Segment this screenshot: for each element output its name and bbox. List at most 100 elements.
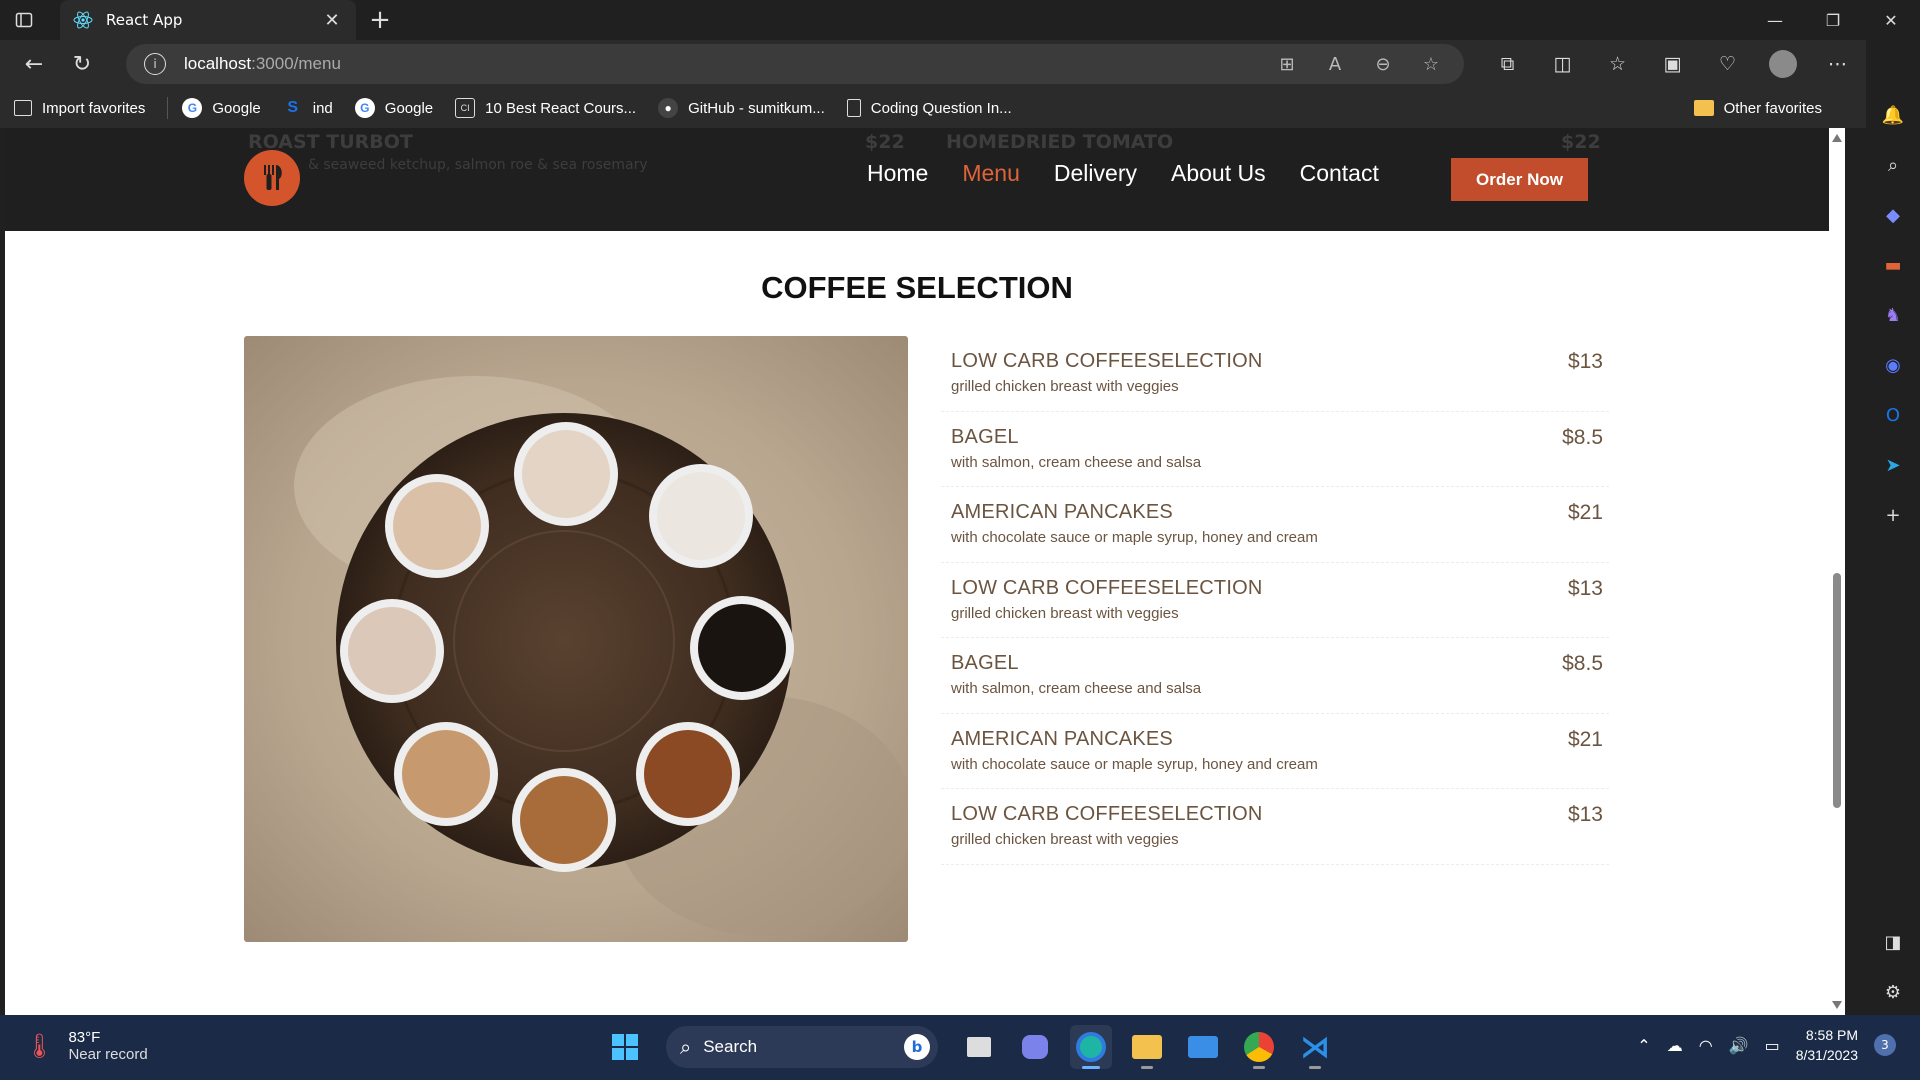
menu-item-name: AMERICAN PANCAKES: [951, 727, 1173, 750]
add-icon[interactable]: +: [1878, 500, 1908, 530]
scroll-down-icon[interactable]: [1832, 1001, 1842, 1009]
battery-icon[interactable]: ▭: [1765, 1036, 1780, 1055]
back-icon[interactable]: ←: [10, 44, 58, 84]
menu-item[interactable]: BAGEL with salmon, cream cheese and sals…: [941, 638, 1609, 714]
restaurant-logo[interactable]: [244, 150, 300, 206]
nav-home[interactable]: Home: [867, 160, 928, 187]
wifi-icon[interactable]: ◠: [1699, 1036, 1713, 1055]
favorite-ind[interactable]: S ind: [283, 98, 332, 118]
menu-item[interactable]: LOW CARB COFFEESELECTION grilled chicken…: [941, 336, 1609, 412]
edge-taskbar-app[interactable]: [1070, 1025, 1112, 1069]
menu-item-description: with chocolate sauce or maple syrup, hon…: [951, 529, 1318, 546]
tab-actions-button[interactable]: [0, 0, 48, 40]
zoom-out-icon[interactable]: ⊖: [1370, 51, 1396, 77]
menu-item[interactable]: LOW CARB COFFEESELECTION grilled chicken…: [941, 563, 1609, 638]
edge-icon: [1076, 1032, 1106, 1062]
read-aloud-icon[interactable]: A: [1322, 51, 1348, 77]
notification-badge[interactable]: 3: [1874, 1034, 1896, 1056]
menu-item-price: $13: [1567, 576, 1603, 600]
split-screen-icon[interactable]: ◫: [1535, 44, 1590, 84]
new-tab-button[interactable]: +: [366, 5, 394, 35]
browser-tab[interactable]: React App ✕: [60, 0, 356, 40]
profile-avatar[interactable]: [1755, 44, 1810, 84]
hide-sidebar-icon[interactable]: ◨: [1878, 927, 1908, 957]
search-icon[interactable]: ⌕: [1878, 150, 1908, 180]
favorite-google[interactable]: G Google: [182, 98, 261, 118]
scroll-up-icon[interactable]: [1832, 134, 1842, 142]
page-viewport: ROAST TURBOT & seaweed ketchup, salmon r…: [5, 128, 1845, 1015]
copilot-side-icon[interactable]: ◉: [1878, 350, 1908, 380]
games-icon[interactable]: ♞: [1878, 300, 1908, 330]
volume-icon[interactable]: 🔊: [1729, 1036, 1749, 1055]
nav-delivery[interactable]: Delivery: [1054, 160, 1137, 187]
site-header: ROAST TURBOT & seaweed ketchup, salmon r…: [5, 128, 1829, 231]
collections-icon[interactable]: ▣: [1645, 44, 1700, 84]
underlying-price-2: $22: [1561, 131, 1601, 153]
favorite-import[interactable]: Import favorites: [14, 100, 145, 117]
clock[interactable]: 8:58 PM 8/31/2023: [1796, 1025, 1858, 1065]
menu-item[interactable]: AMERICAN PANCAKES with chocolate sauce o…: [941, 714, 1609, 789]
browser-essentials-icon[interactable]: ♡: [1700, 44, 1755, 84]
favorite-github[interactable]: ● GitHub - sumitkum...: [658, 98, 825, 118]
outlook-icon[interactable]: O: [1878, 400, 1908, 430]
extensions-icon[interactable]: ⧉: [1480, 44, 1535, 84]
favorite-star-icon[interactable]: ☆: [1418, 51, 1444, 77]
page-scrollbar[interactable]: [1829, 128, 1845, 1015]
course-icon: CI: [455, 98, 476, 118]
address-bar[interactable]: i localhost:3000/menu ⊞ A ⊖ ☆: [126, 44, 1464, 84]
start-button[interactable]: [604, 1025, 646, 1069]
close-tab-icon[interactable]: ✕: [320, 8, 344, 32]
folder-icon: [1693, 100, 1714, 116]
page-icon: [846, 99, 861, 117]
app-available-icon[interactable]: ⊞: [1274, 51, 1300, 77]
order-now-button[interactable]: Order Now: [1451, 158, 1588, 201]
menu-item-description: with chocolate sauce or maple syrup, hon…: [951, 755, 1318, 773]
chrome-app[interactable]: [1238, 1025, 1280, 1069]
close-window-icon[interactable]: ✕: [1862, 0, 1920, 40]
mail-app[interactable]: [1182, 1025, 1224, 1069]
favorite-google-2[interactable]: G Google: [354, 98, 433, 118]
tools-icon[interactable]: ▬: [1878, 250, 1908, 280]
nav-about-us[interactable]: About Us: [1171, 160, 1266, 187]
more-icon[interactable]: ⋯: [1810, 44, 1865, 84]
weather-widget[interactable]: 🌡 83°F Near record: [24, 1029, 148, 1063]
weather-text: Near record: [68, 1046, 148, 1063]
nav-contact[interactable]: Contact: [1300, 160, 1379, 187]
nav-menu[interactable]: Menu: [962, 160, 1020, 187]
file-explorer-app[interactable]: [1126, 1025, 1168, 1069]
favorite-coding-question[interactable]: Coding Question In...: [846, 99, 1012, 117]
onedrive-icon[interactable]: ☁: [1667, 1036, 1683, 1055]
chrome-icon: [1244, 1032, 1274, 1062]
s-logo-icon: S: [287, 99, 299, 116]
main-nav: Home Menu Delivery About Us Contact: [867, 160, 1379, 187]
menu-item[interactable]: LOW CARB COFFEESELECTION grilled chicken…: [941, 789, 1609, 865]
restore-icon[interactable]: ❐: [1804, 0, 1862, 40]
teams-chat-button[interactable]: [1014, 1025, 1056, 1069]
task-view-button[interactable]: [958, 1025, 1000, 1069]
site-info-icon[interactable]: i: [144, 53, 166, 75]
menu-item-name: BAGEL: [951, 652, 1019, 674]
telegram-icon[interactable]: ➤: [1878, 450, 1908, 480]
shopping-tag-icon[interactable]: ◆: [1878, 200, 1908, 230]
bing-icon: b: [904, 1034, 930, 1060]
windows-icon: [612, 1034, 638, 1060]
menu-item-price: $21: [1567, 501, 1603, 524]
settings-gear-icon[interactable]: ⚙: [1878, 977, 1908, 1007]
chevron-up-icon[interactable]: ⌃: [1637, 1036, 1650, 1055]
bell-icon[interactable]: 🔔: [1878, 100, 1908, 130]
menu-item-description: with salmon, cream cheese and salsa: [951, 453, 1202, 471]
favorites-icon[interactable]: ☆: [1590, 44, 1645, 84]
thermometer-icon: 🌡: [24, 1032, 55, 1060]
menu-item[interactable]: BAGEL with salmon, cream cheese and sals…: [941, 412, 1609, 487]
favorite-react-course[interactable]: CI 10 Best React Cours...: [455, 98, 636, 118]
url-text[interactable]: localhost:3000/menu: [184, 54, 341, 74]
taskbar-search[interactable]: ⌕ Search b: [666, 1026, 938, 1068]
minimize-icon[interactable]: —: [1746, 0, 1804, 40]
menu-item[interactable]: AMERICAN PANCAKES with chocolate sauce o…: [941, 487, 1609, 563]
vscode-app[interactable]: ⋊: [1294, 1025, 1336, 1069]
refresh-icon[interactable]: ↻: [58, 44, 106, 84]
favorite-other[interactable]: Other favorites: [1693, 88, 1822, 128]
menu-item-price: $13: [1567, 803, 1603, 826]
scroll-thumb[interactable]: [1833, 573, 1841, 808]
cutlery-icon: [264, 165, 282, 190]
